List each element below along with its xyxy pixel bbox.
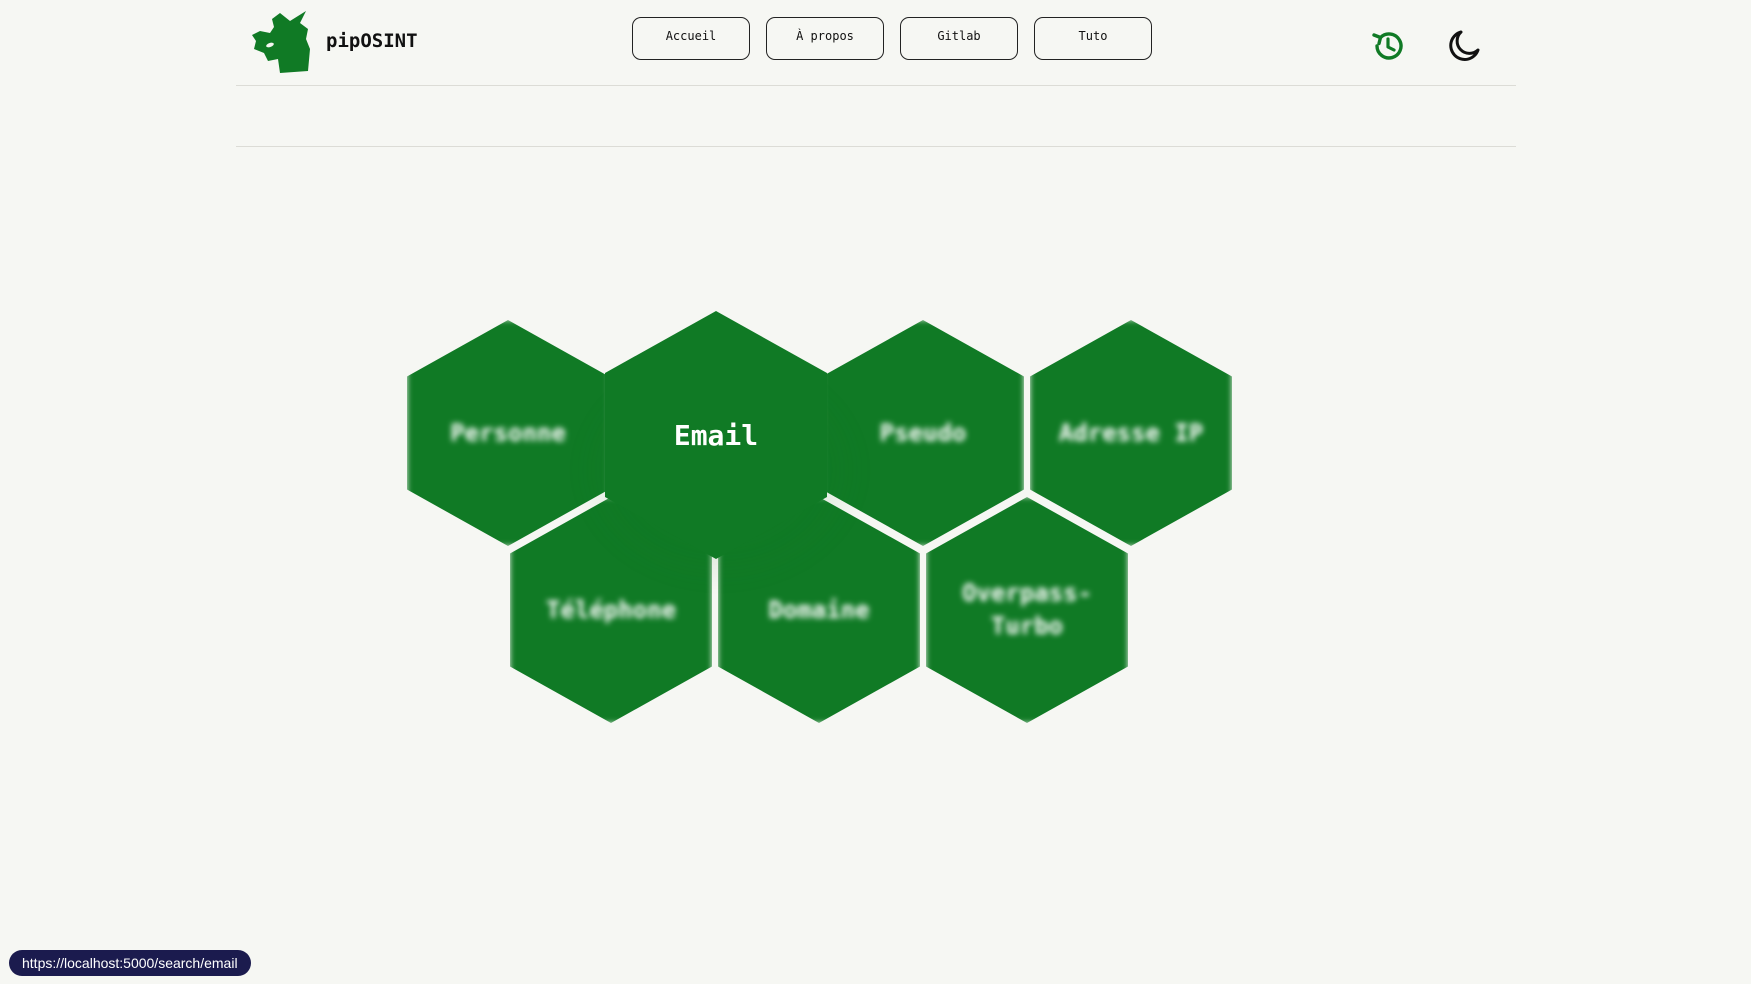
- nav: Accueil À propos Gitlab Tuto: [632, 17, 1152, 60]
- brand[interactable]: pipOSINT: [250, 8, 418, 74]
- brand-name: pipOSINT: [326, 30, 418, 52]
- hex-label: Email: [673, 418, 759, 452]
- header: pipOSINT Accueil À propos Gitlab Tuto: [236, 0, 1516, 86]
- status-bar-url: https://localhost:5000/search/email: [9, 950, 251, 976]
- hex-label: Pseudo: [879, 418, 967, 447]
- nav-tuto-button[interactable]: Tuto: [1034, 17, 1152, 60]
- hex-label: Personne: [450, 418, 566, 447]
- nav-gitlab-button[interactable]: Gitlab: [900, 17, 1018, 60]
- nav-accueil-button[interactable]: Accueil: [632, 17, 750, 60]
- moon-icon[interactable]: [1446, 28, 1482, 64]
- hex-label: Overpass-Turbo: [961, 579, 1093, 640]
- page: pipOSINT Accueil À propos Gitlab Tuto Pe…: [0, 0, 1751, 984]
- hex-label: Adresse IP: [1058, 418, 1204, 447]
- nav-a-propos-button[interactable]: À propos: [766, 17, 884, 60]
- history-icon[interactable]: [1370, 28, 1406, 64]
- divider: [236, 146, 1516, 147]
- hex-overpass-turbo[interactable]: Overpass-Turbo: [926, 497, 1128, 723]
- hex-adresse-ip[interactable]: Adresse IP: [1030, 320, 1232, 546]
- logo-icon: [252, 11, 310, 73]
